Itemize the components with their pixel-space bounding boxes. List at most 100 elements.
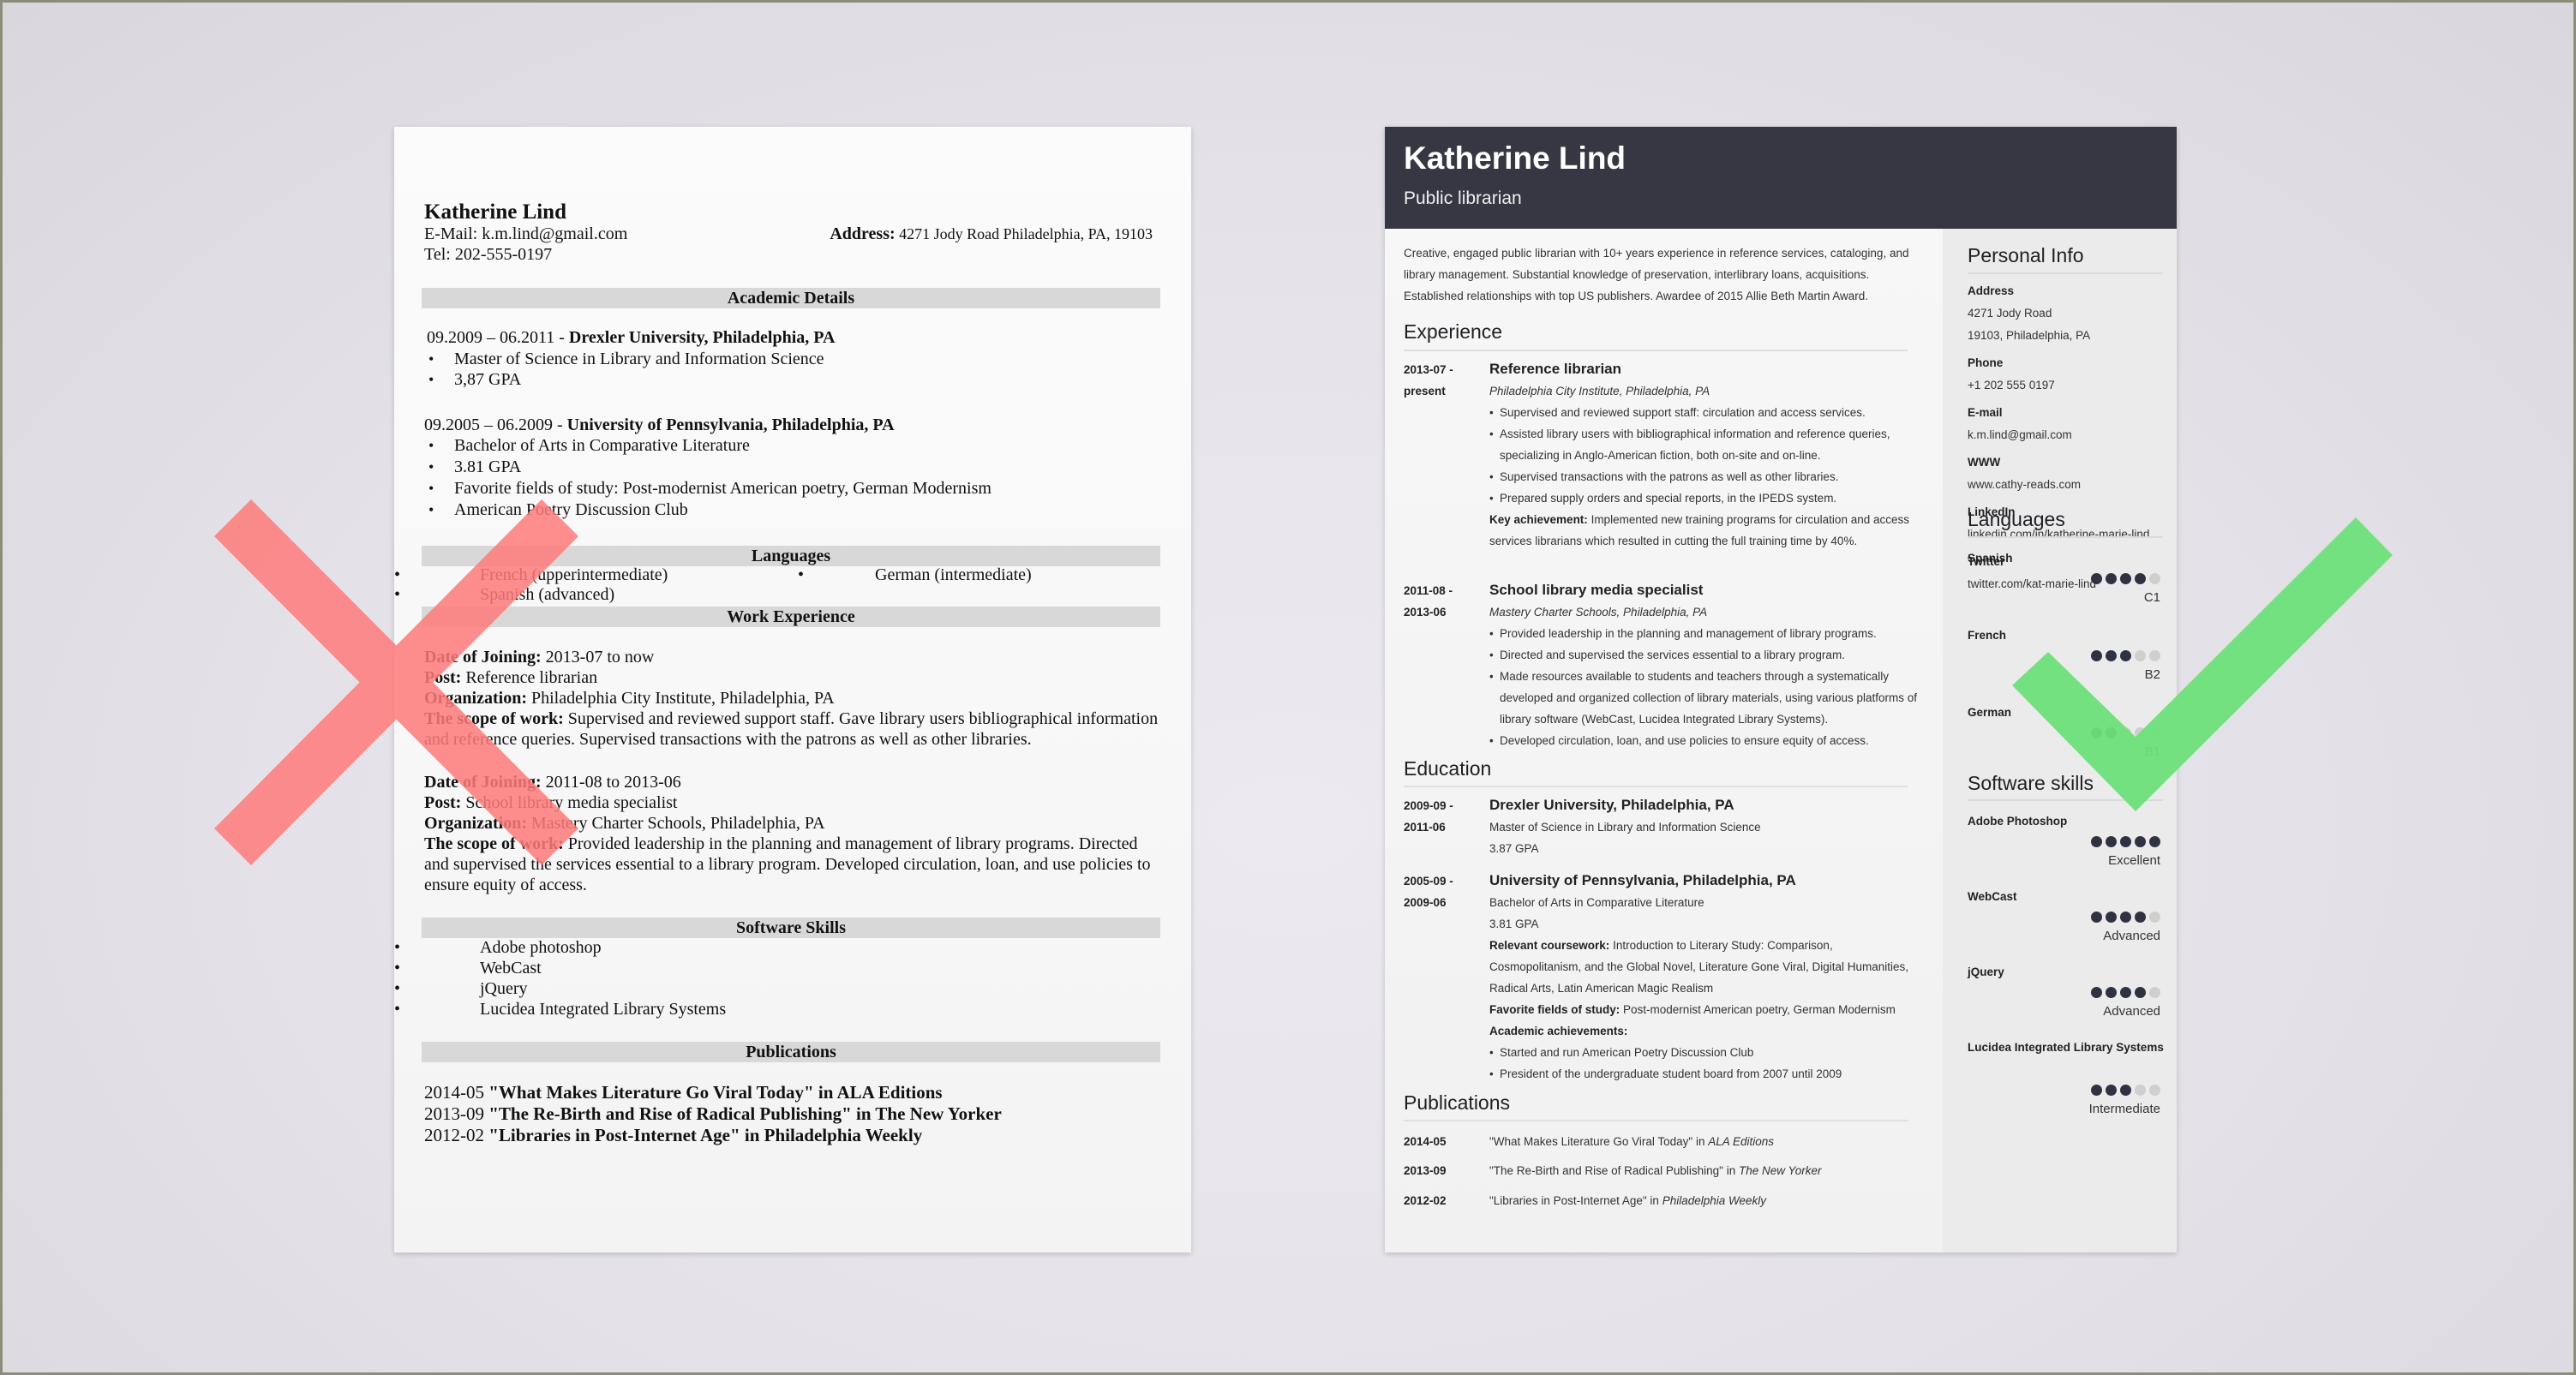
software-item: • WebCast <box>394 959 542 977</box>
job-dates: 2011-08 -2013-06 <box>1404 584 1453 619</box>
pub-date: 2013-09 <box>1404 1164 1447 1177</box>
info-value: www.cathy-reads.com <box>1968 478 2082 491</box>
rating-dots <box>2091 573 2160 584</box>
divider <box>1968 799 2163 801</box>
software-item: • Adobe photoshop <box>394 938 602 957</box>
info-value: +1 202 555 0197 <box>1968 379 2055 392</box>
rating-dot-empty <box>2135 727 2146 738</box>
language-item: • German (intermediate) <box>798 565 1032 584</box>
edu-entry: Drexler University, Philadelphia, PA Mas… <box>1489 797 1761 855</box>
resume-main-column: Creative, engaged public librarian with … <box>1385 229 1943 1252</box>
section-heading-education: Education <box>1404 757 1492 780</box>
publication-item: 2014-05 "What Makes Literature Go Viral … <box>424 1082 943 1103</box>
section-bar-publications: Publications <box>422 1042 1160 1062</box>
skill-name: jQuery <box>1968 965 2004 978</box>
rating-dot-filled <box>2106 727 2117 738</box>
rating-dot-filled <box>2106 573 2117 584</box>
bullet: • <box>394 585 401 604</box>
section-heading-publications: Publications <box>1404 1091 1511 1114</box>
rating-level: Advanced <box>2103 929 2160 943</box>
edu-entry-heading: 09.2005 – 06.2009 - University of Pennsy… <box>424 415 895 434</box>
rating-dot-filled <box>2120 650 2131 661</box>
achievement-bullets: Started and run American Poetry Discussi… <box>1489 1042 1926 1085</box>
rating-dot-filled <box>2120 912 2131 923</box>
bad-resume-page: Katherine Lind E-Mail: k.m.lind@gmail.co… <box>394 127 1191 1252</box>
info-label: WWW <box>1968 456 2001 469</box>
skill-name: French <box>1968 629 2007 642</box>
bullet: • <box>394 959 401 977</box>
left-tel: Tel: 202-555-0197 <box>424 245 553 264</box>
summary: Creative, engaged public librarian with … <box>1404 247 1909 302</box>
rating-dot-empty <box>2149 987 2160 998</box>
divider <box>1968 272 2163 274</box>
resume-sidebar: Personal Info Address 4271 Jody Road 19103… <box>1943 229 2177 1252</box>
skill-name: WebCast <box>1968 890 2017 903</box>
info-value: 19103, Philadelphia, PA <box>1968 329 2091 342</box>
rating-level: Advanced <box>2103 1004 2160 1019</box>
skill-name: Spanish <box>1968 552 2013 565</box>
rating-dot-empty <box>2149 1085 2160 1096</box>
language-item: • Spanish (advanced) <box>394 585 615 604</box>
rating-dot-filled <box>2091 1085 2102 1096</box>
edu-item: Favorite fields of study: Post-modernist… <box>428 478 991 499</box>
job-entry: Reference librarian Philadelphia City In… <box>1489 357 1926 552</box>
edu-item: 3,87 GPA <box>428 369 521 390</box>
rating-dot-filled <box>2106 1085 2117 1096</box>
job-dates: 2013-07 - present <box>1404 363 1453 398</box>
software-item: • Lucidea Integrated Library Systems <box>394 1000 727 1019</box>
rating-dot-filled <box>2120 836 2131 847</box>
section-bar-languages: Languages <box>422 546 1160 566</box>
rating-dot-empty <box>2149 573 2160 584</box>
rating-level: Excellent <box>2108 853 2160 868</box>
pub-title: "Libraries in Post-Internet Age" in Phil… <box>1489 1194 1767 1207</box>
pub-date: 2012-02 <box>1404 1194 1447 1207</box>
section-bar-software: Software Skills <box>422 918 1160 938</box>
rating-dots <box>2091 987 2160 998</box>
divider <box>1404 350 1908 351</box>
software-item: • jQuery <box>394 979 528 998</box>
rating-dot-filled <box>2149 836 2160 847</box>
edu-entry: University of Pennsylvania, Philadelphia… <box>1489 869 1926 1085</box>
pub-title: "What Makes Literature Go Viral Today" i… <box>1489 1135 1774 1148</box>
info-value: k.m.lind@gmail.com <box>1968 428 2072 441</box>
rating-dot-filled <box>2120 1085 2131 1096</box>
rating-dot-filled <box>2091 912 2102 923</box>
rating-dot-filled <box>2106 912 2117 923</box>
info-label: Phone <box>1968 356 2004 369</box>
right-name: Katherine Lind <box>1404 140 1626 176</box>
rating-dots <box>2091 836 2160 847</box>
good-resume-page: Katherine Lind Public librarian Creative… <box>1385 127 2177 1252</box>
job-bullets: Provided leadership in the planning and … <box>1489 623 1926 751</box>
rating-dot-empty <box>2135 1085 2146 1096</box>
bullet: • <box>394 979 401 998</box>
left-address: Address: 4271 Jody Road Philadelphia, PA… <box>830 224 1153 243</box>
rating-dots <box>2091 727 2160 738</box>
job-bullets: Supervised and reviewed support staff: c… <box>1489 402 1926 509</box>
rating-dot-filled <box>2091 727 2102 738</box>
skill-name: Adobe Photoshop <box>1968 815 2068 828</box>
rating-dot-empty <box>2149 727 2160 738</box>
rating-dot-filled <box>2106 836 2117 847</box>
pub-title: "The Re-Birth and Rise of Radical Publis… <box>1489 1164 1822 1177</box>
pub-date: 2014-05 <box>1404 1135 1447 1148</box>
info-value: twitter.com/kat-marie-lind <box>1968 577 2097 590</box>
bullet: • <box>394 565 401 584</box>
bullet: • <box>798 565 805 584</box>
publication-item: 2012-02 "Libraries in Post-Internet Age"… <box>424 1125 923 1145</box>
edu-dates: 2009-09 -2011-06 <box>1404 799 1453 834</box>
divider <box>1404 1120 1908 1121</box>
skill-name: German <box>1968 706 2012 719</box>
edu-entry-heading: 09.2009 – 06.2011 - Drexler University, … <box>427 328 836 347</box>
section-heading-software: Software skills <box>1968 772 2094 794</box>
work-entry: Date of Joining: 2013-07 to now Post: Re… <box>424 648 1159 749</box>
rating-dot-empty <box>2149 912 2160 923</box>
rating-level: B2 <box>2144 667 2160 682</box>
section-bar-academic: Academic Details <box>422 288 1160 308</box>
rating-dot-filled <box>2091 650 2102 661</box>
work-entry: Date of Joining: 2011-08 to 2013-06 Post… <box>424 773 1151 894</box>
right-job-title: Public librarian <box>1404 188 1522 208</box>
rating-dot-filled <box>2120 987 2131 998</box>
rating-dots <box>2091 912 2160 923</box>
rating-dot-filled <box>2091 836 2102 847</box>
publication-item: 2013-09 "The Re-Birth and Rise of Radica… <box>424 1103 1002 1124</box>
